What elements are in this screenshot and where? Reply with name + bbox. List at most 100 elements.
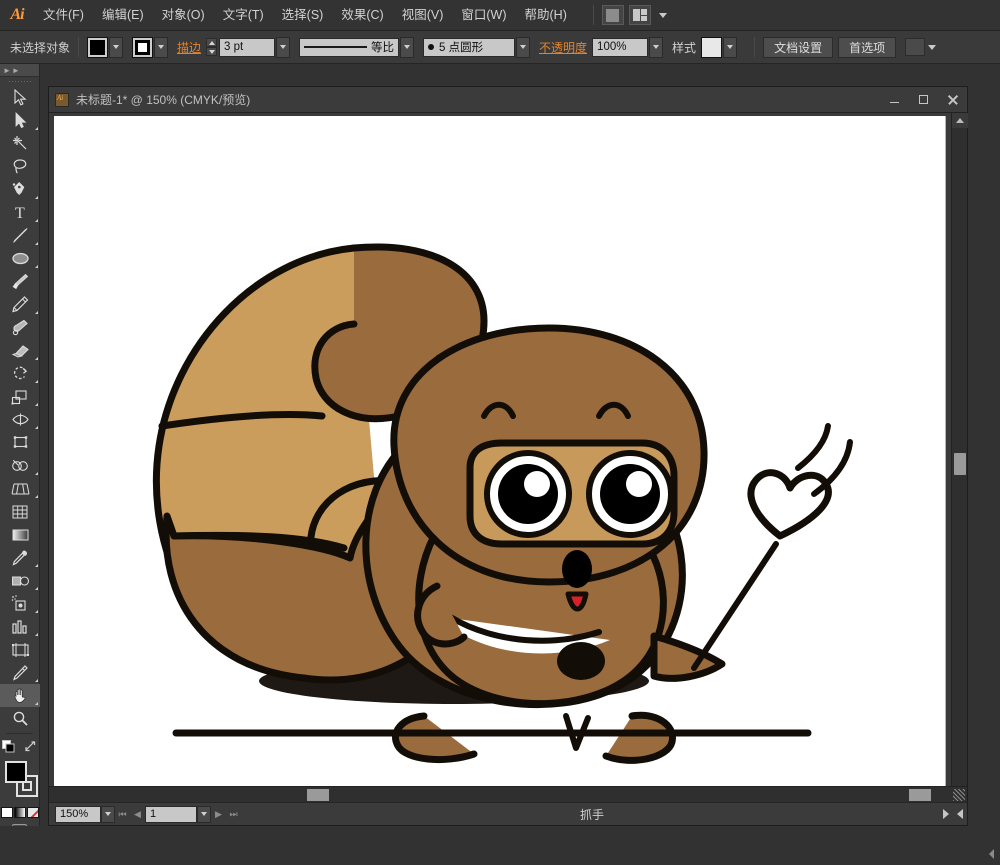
width-tool[interactable]: [0, 408, 40, 431]
menu-window[interactable]: 窗口(W): [452, 0, 515, 31]
menu-object[interactable]: 对象(O): [153, 0, 214, 31]
status-menu-right-icon[interactable]: [943, 809, 949, 819]
stroke-label[interactable]: 描边: [177, 39, 201, 56]
horizontal-scroll-thumb-secondary[interactable]: [909, 789, 931, 801]
bridge-icon[interactable]: [602, 5, 624, 25]
brush-definition-dropdown[interactable]: [516, 37, 530, 58]
preferences-button[interactable]: 首选项: [838, 37, 896, 58]
canvas-area[interactable]: [49, 113, 967, 800]
swap-fill-stroke-icon[interactable]: [22, 737, 40, 755]
opacity-label[interactable]: 不透明度: [539, 39, 587, 56]
menu-select[interactable]: 选择(S): [273, 0, 333, 31]
tools-panel-drag-dots[interactable]: [0, 77, 39, 86]
fill-indicator-swatch[interactable]: [5, 761, 27, 783]
line-segment-tool[interactable]: [0, 224, 40, 247]
artboard-tool[interactable]: [0, 638, 40, 661]
magic-wand-tool[interactable]: [0, 132, 40, 155]
document-title-bar[interactable]: 未标题-1* @ 150% (CMYK/预览): [49, 87, 967, 113]
graphic-style-swatch[interactable]: [701, 37, 722, 58]
stroke-profile-dropdown[interactable]: [400, 37, 414, 58]
next-page-button[interactable]: ▶: [211, 806, 226, 823]
vertical-scrollbar[interactable]: [951, 113, 967, 800]
graphic-style-dropdown[interactable]: [723, 37, 737, 58]
stroke-dropdown-button[interactable]: [154, 37, 168, 58]
default-fill-stroke-icon[interactable]: [0, 737, 18, 755]
stepper-down-button[interactable]: [206, 47, 217, 56]
lasso-tool[interactable]: [0, 155, 40, 178]
previous-page-button[interactable]: ◀: [130, 806, 145, 823]
menu-type[interactable]: 文字(T): [214, 0, 273, 31]
tools-panel: ►► T: [0, 64, 40, 865]
blend-tool[interactable]: [0, 569, 40, 592]
menu-edit[interactable]: 编辑(E): [93, 0, 153, 31]
pen-tool[interactable]: [0, 178, 40, 201]
chevron-down-icon[interactable]: [659, 13, 667, 18]
status-menu-left-icon[interactable]: [957, 809, 963, 819]
first-page-button[interactable]: ⏮: [115, 806, 130, 823]
stroke-weight-input[interactable]: 3 pt: [219, 38, 275, 57]
mesh-tool[interactable]: [0, 500, 40, 523]
zoom-level-input[interactable]: 150%: [55, 806, 101, 823]
fill-dropdown-button[interactable]: [109, 37, 123, 58]
brush-definition-select[interactable]: 5 点圆形: [423, 38, 515, 57]
stroke-swatch[interactable]: [132, 37, 153, 58]
minimize-button[interactable]: [880, 87, 909, 113]
document-setup-button[interactable]: 文档设置: [763, 37, 833, 58]
free-transform-tool[interactable]: [0, 431, 40, 454]
window-controls: [880, 87, 967, 113]
zoom-level-dropdown[interactable]: [101, 806, 115, 823]
resize-grip-icon[interactable]: [953, 789, 965, 801]
eraser-tool[interactable]: [0, 339, 40, 362]
last-page-button[interactable]: ⏭: [226, 806, 241, 823]
stroke-weight-dropdown[interactable]: [276, 37, 290, 58]
menu-view[interactable]: 视图(V): [393, 0, 453, 31]
none-button[interactable]: [27, 807, 39, 818]
symbol-sprayer-tool[interactable]: [0, 592, 40, 615]
horizontal-scroll-thumb[interactable]: [307, 789, 329, 801]
fill-swatch[interactable]: [87, 37, 108, 58]
chevron-down-icon[interactable]: [928, 45, 936, 50]
shape-builder-tool[interactable]: [0, 454, 40, 477]
tools-panel-grip[interactable]: ►►: [0, 64, 39, 77]
squirrel-artwork[interactable]: [54, 116, 946, 798]
column-graph-tool[interactable]: [0, 615, 40, 638]
chevron-down-icon: [653, 45, 659, 49]
menu-effect[interactable]: 效果(C): [332, 0, 392, 31]
zoom-tool[interactable]: [0, 707, 40, 730]
vertical-scroll-thumb[interactable]: [954, 453, 966, 475]
direct-selection-tool[interactable]: [0, 109, 40, 132]
pencil-tool[interactable]: [0, 293, 40, 316]
rotate-tool[interactable]: [0, 362, 40, 385]
paintbrush-tool[interactable]: [0, 270, 40, 293]
page-number-input[interactable]: 1: [145, 806, 197, 823]
horizontal-scrollbar[interactable]: [49, 786, 967, 802]
artboard[interactable]: [54, 116, 946, 798]
perspective-grid-tool[interactable]: [0, 477, 40, 500]
close-button[interactable]: [938, 87, 967, 113]
page-number-dropdown[interactable]: [197, 806, 211, 823]
menu-file[interactable]: 文件(F): [34, 0, 93, 31]
selection-tool[interactable]: [0, 86, 40, 109]
menu-help[interactable]: 帮助(H): [516, 0, 576, 31]
maximize-button[interactable]: [909, 87, 938, 113]
scale-tool[interactable]: [0, 385, 40, 408]
gradient-tool[interactable]: [0, 523, 40, 546]
blob-brush-tool[interactable]: [0, 316, 40, 339]
type-tool[interactable]: T: [0, 201, 40, 224]
eyedropper-tool[interactable]: [0, 546, 40, 569]
opacity-input[interactable]: 100%: [592, 38, 648, 57]
stroke-weight-stepper[interactable]: [206, 38, 217, 56]
ellipse-tool[interactable]: [0, 247, 40, 270]
align-options-icon[interactable]: [905, 38, 925, 56]
opacity-dropdown[interactable]: [649, 37, 663, 58]
scroll-up-button[interactable]: [952, 113, 968, 128]
stroke-profile-select[interactable]: 等比: [299, 38, 399, 57]
slice-tool[interactable]: [0, 661, 40, 684]
hand-tool[interactable]: [0, 684, 40, 707]
stepper-up-button[interactable]: [206, 38, 217, 47]
color-button[interactable]: [1, 807, 13, 818]
arrange-documents-icon[interactable]: [629, 5, 651, 25]
control-bar: 未选择对象 描边 3 pt 等比: [0, 31, 1000, 64]
resize-corner-icon[interactable]: [989, 849, 994, 859]
gradient-button[interactable]: [14, 807, 26, 818]
